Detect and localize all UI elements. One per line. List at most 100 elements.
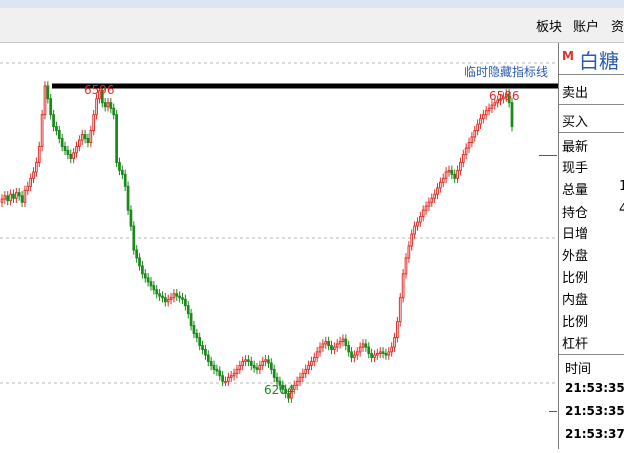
- latest-label: 最新: [562, 140, 589, 155]
- candle-body: [416, 221, 419, 227]
- candle-body: [358, 346, 362, 353]
- candle-body: [35, 161, 38, 173]
- candle-body: [80, 134, 84, 141]
- candle-body: [315, 351, 319, 358]
- candle-body: [510, 102, 514, 128]
- high-label-left: 6596: [84, 83, 115, 97]
- candle-body: [78, 139, 81, 147]
- candle-body: [198, 337, 202, 347]
- separator: [559, 74, 624, 75]
- candle-body: [324, 341, 328, 345]
- candle-body: [439, 181, 442, 189]
- leverage-label: 杠杆: [562, 337, 589, 352]
- candle-body: [393, 337, 396, 348]
- candle-body: [244, 359, 247, 362]
- kline-chart[interactable]: 6596 6586 6204 临时隐藏指标线: [0, 43, 565, 449]
- quote-panel: M 白糖 卖出 买入 最新 现手 总量 1 持仓 4 日增 外盘 比例 内盘 比…: [558, 43, 624, 449]
- candle-body: [129, 209, 133, 227]
- candle-body: [441, 177, 445, 183]
- inner-disk-label: 内盘: [562, 293, 589, 308]
- candle-body: [178, 295, 182, 299]
- candle-body: [55, 126, 58, 132]
- open-interest-label: 持仓: [562, 206, 589, 221]
- candle-body: [456, 169, 459, 179]
- candle-body: [321, 343, 325, 348]
- menu-sector[interactable]: 板块: [536, 16, 562, 35]
- candle-body: [161, 295, 164, 299]
- candle-body: [398, 297, 402, 323]
- candle-body: [20, 195, 24, 203]
- candle-body: [215, 368, 219, 372]
- candle-body: [418, 216, 422, 223]
- candle-body: [9, 193, 12, 202]
- menu-account[interactable]: 账户: [573, 16, 599, 35]
- candle-body: [0, 198, 4, 203]
- menu-assets[interactable]: 资: [611, 16, 624, 35]
- total-volume-label: 总量: [562, 183, 589, 198]
- candle-body: [330, 345, 333, 350]
- candle-body: [83, 134, 87, 140]
- candle-body: [318, 346, 322, 353]
- candle-body: [46, 85, 50, 100]
- candle-body: [267, 359, 270, 364]
- candle-body: [26, 185, 30, 191]
- candle-body: [470, 136, 474, 144]
- candle-body: [40, 114, 44, 147]
- trade-time: 21:53:35: [565, 404, 624, 418]
- trade-time: 21:53:37: [565, 427, 624, 441]
- candle-body: [143, 273, 147, 279]
- candlestick-series: [0, 81, 514, 403]
- hide-indicator-link[interactable]: 临时隐藏指标线: [464, 64, 548, 79]
- candle-body: [307, 364, 310, 370]
- separator: [559, 132, 624, 133]
- candle-body: [464, 147, 468, 155]
- candle-body: [404, 257, 408, 275]
- ratio-label-2: 比例: [562, 315, 589, 330]
- candle-body: [14, 192, 18, 199]
- candle-body: [132, 225, 136, 251]
- candle-body: [89, 130, 93, 144]
- candle-body: [447, 169, 451, 173]
- outer-disk-label: 外盘: [562, 249, 589, 264]
- candle-body: [444, 171, 448, 179]
- candle-body: [370, 352, 373, 358]
- candle-body: [63, 145, 67, 151]
- candle-body: [310, 360, 313, 366]
- ratio-label: 比例: [562, 271, 589, 286]
- candle-body: [95, 98, 98, 116]
- candle-body: [384, 352, 388, 356]
- candle-body: [212, 364, 216, 370]
- candle-body: [17, 192, 21, 197]
- candle-body: [304, 368, 308, 374]
- candle-body: [341, 338, 345, 343]
- candle-body: [247, 359, 250, 362]
- candle-body: [6, 195, 10, 202]
- candle-body: [57, 130, 61, 140]
- candle-body: [461, 153, 465, 163]
- menu-bar: 板块 账户 资: [0, 8, 624, 43]
- candle-body: [204, 348, 207, 356]
- daily-increase-label: 日增: [562, 227, 589, 242]
- trade-time: 21:53:35: [565, 381, 624, 395]
- candle-body: [353, 354, 356, 358]
- candle-body: [109, 102, 113, 109]
- candle-body: [103, 102, 107, 108]
- candle-body: [12, 193, 15, 199]
- candle-body: [118, 161, 121, 171]
- candle-body: [106, 102, 110, 108]
- candle-body: [43, 85, 47, 116]
- candle-body: [450, 169, 454, 175]
- buy-label: 买入: [562, 115, 589, 130]
- candle-body: [32, 171, 35, 179]
- candle-body: [146, 277, 150, 283]
- candle-body: [201, 345, 204, 350]
- candle-body: [378, 351, 382, 354]
- candle-body: [149, 281, 153, 287]
- candle-body: [381, 351, 385, 354]
- candle-body: [459, 161, 462, 171]
- candle-body: [3, 195, 7, 200]
- candle-body: [163, 297, 167, 303]
- candle-body: [224, 380, 227, 383]
- candle-body: [410, 233, 414, 247]
- candle-body: [235, 368, 239, 374]
